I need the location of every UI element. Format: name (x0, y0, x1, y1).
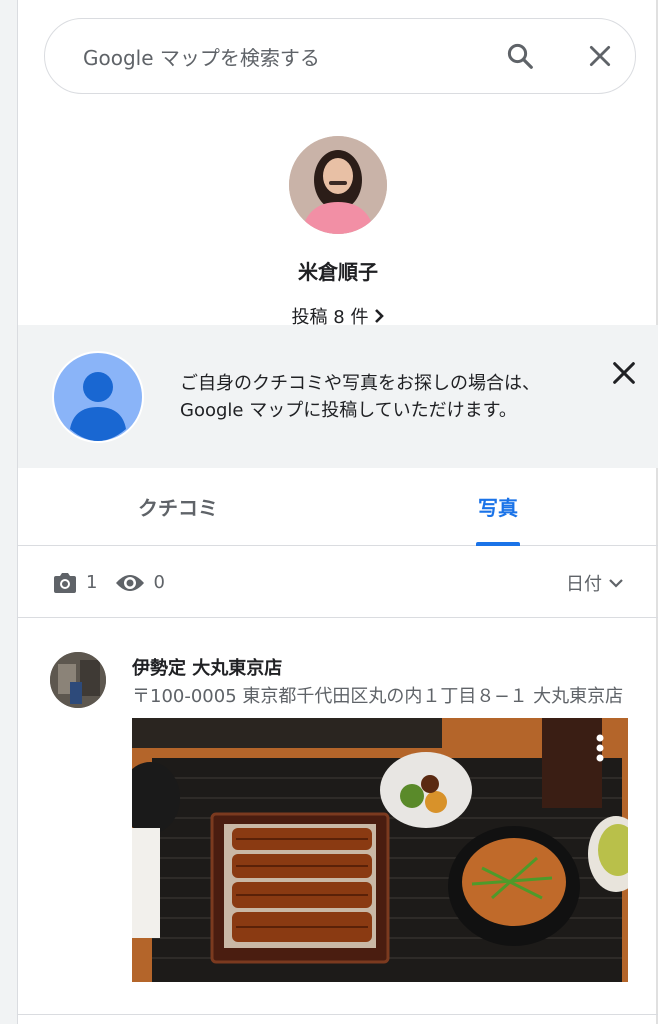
info-banner: ご自身のクチコミや写真をお探しの場合は、Google マップに投稿していただけま… (18, 325, 658, 468)
stats-row: 1 0 日付 (18, 548, 658, 618)
close-icon[interactable] (610, 359, 638, 387)
chevron-down-icon (609, 578, 623, 588)
photo-count-value: 1 (86, 572, 98, 593)
search-icon[interactable] (505, 41, 535, 71)
banner-text: ご自身のクチコミや写真をお探しの場合は、Google マップに投稿していただけま… (180, 372, 540, 421)
tab-bar: クチコミ 写真 (18, 468, 658, 546)
food-photo[interactable] (132, 718, 628, 982)
place-thumbnail[interactable] (50, 652, 106, 708)
sort-label: 日付 (566, 573, 602, 595)
search-input[interactable]: Google マップを検索する (83, 42, 505, 71)
camera-icon (54, 572, 76, 593)
default-avatar-icon (52, 350, 144, 443)
avatar[interactable] (289, 136, 387, 234)
chevron-right-icon (375, 309, 385, 323)
divider (18, 1014, 658, 1015)
view-count-value: 0 (153, 572, 165, 593)
sort-dropdown[interactable]: 日付 (566, 570, 624, 596)
tab-photos[interactable]: 写真 (338, 468, 658, 545)
place-address: 〒100-0005 東京都千代田区丸の内１丁目８−１ 大丸東京店 (132, 686, 624, 707)
photo-entry: 伊勢定 大丸東京店 〒100-0005 東京都千代田区丸の内１丁目８−１ 大丸東… (18, 620, 658, 1024)
left-edge (0, 0, 18, 1024)
tab-reviews[interactable]: クチコミ (18, 468, 338, 545)
close-icon[interactable] (587, 43, 613, 69)
profile-name: 米倉順子 (298, 260, 378, 284)
place-name[interactable]: 伊勢定 大丸東京店 (132, 654, 282, 680)
profile-header: 米倉順子 投稿 8 件 (18, 136, 658, 329)
view-count: 0 (115, 572, 165, 593)
eye-icon (116, 574, 145, 591)
photo-count: 1 (52, 572, 97, 594)
search-bar[interactable]: Google マップを検索する (44, 18, 636, 94)
